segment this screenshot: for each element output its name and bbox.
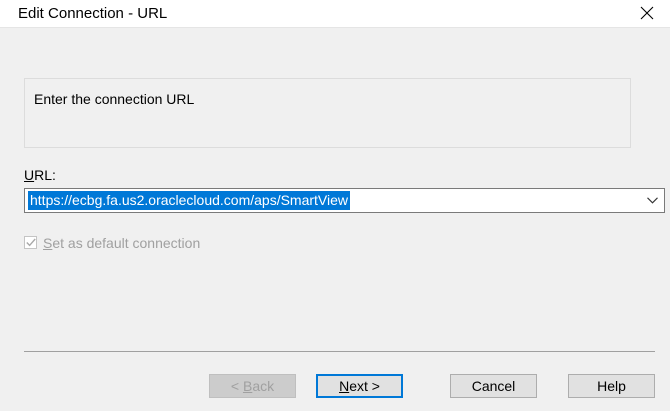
edit-connection-dialog: Edit Connection - URL Enter the connecti… (0, 0, 670, 411)
close-icon (640, 6, 654, 20)
next-button[interactable]: Next > (316, 374, 403, 398)
back-button[interactable]: < Back (209, 374, 296, 398)
default-connection-label-rest: et as default connection (52, 235, 201, 251)
help-button[interactable]: Help (568, 374, 655, 398)
instruction-text: Enter the connection URL (34, 91, 195, 107)
back-button-prefix: < (230, 378, 243, 394)
default-connection-label-mnemonic: S (43, 235, 53, 251)
next-button-mnemonic: N (339, 378, 350, 394)
default-connection-checkbox[interactable] (24, 236, 37, 249)
url-input-value[interactable]: https://ecbg.fa.us2.oraclecloud.com/aps/… (28, 191, 351, 210)
url-combobox[interactable]: https://ecbg.fa.us2.oraclecloud.com/aps/… (24, 188, 665, 213)
close-button[interactable] (624, 0, 670, 27)
url-label-mnemonic: U (24, 167, 35, 183)
back-button-mnemonic: B (242, 378, 253, 394)
button-separator (24, 351, 655, 352)
url-label: URL: (24, 166, 56, 184)
title-bar: Edit Connection - URL (0, 0, 670, 28)
back-button-rest: ack (252, 378, 275, 394)
cancel-button[interactable]: Cancel (450, 374, 537, 398)
next-button-rest: ext > (349, 378, 380, 394)
instruction-panel: Enter the connection URL (24, 78, 631, 148)
dialog-title: Edit Connection - URL (18, 5, 168, 22)
default-connection-label: Set as default connection (43, 234, 200, 252)
url-label-rest: RL: (34, 167, 56, 183)
chevron-down-icon (647, 197, 658, 204)
url-dropdown-button[interactable] (642, 189, 664, 212)
checkmark-icon (26, 238, 36, 247)
